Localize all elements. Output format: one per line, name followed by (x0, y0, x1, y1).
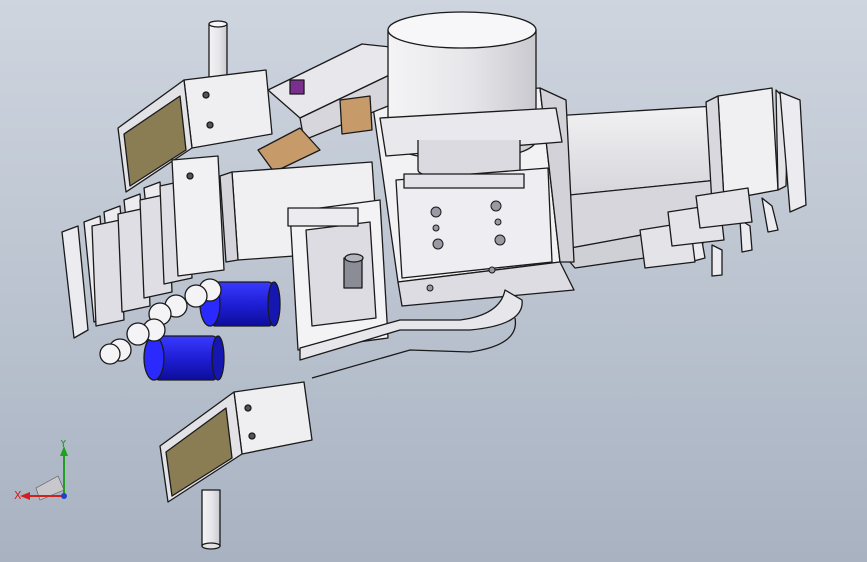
cad-model-assembly[interactable] (0, 0, 867, 562)
z-axis-marker (61, 493, 67, 499)
bottom-left-pad-block (159, 381, 313, 503)
left-gripper-housing (171, 155, 225, 277)
right-end-block (705, 87, 789, 205)
orientation-triad: X Y (14, 440, 68, 502)
blue-motor-lower (143, 335, 225, 381)
shaft-rod-bottom (201, 489, 221, 550)
upper-bracket (257, 43, 401, 173)
cad-graphics-viewport[interactable]: X Y (0, 0, 867, 562)
x-axis-label: X (14, 489, 22, 502)
y-axis-label: Y (59, 440, 67, 450)
